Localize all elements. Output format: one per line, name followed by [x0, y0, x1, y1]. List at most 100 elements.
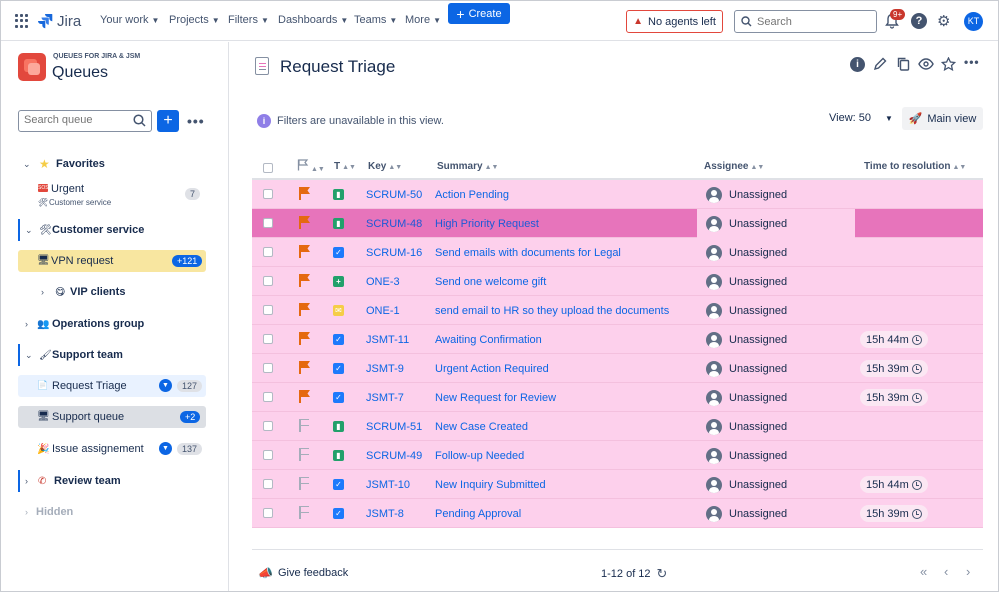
- issue-key[interactable]: SCRUM-16: [366, 238, 422, 267]
- issue-key[interactable]: JSMT-10: [366, 470, 410, 499]
- sidebar-hidden[interactable]: › Hidden: [1, 501, 229, 523]
- flag-icon[interactable]: [299, 477, 311, 490]
- table-row[interactable]: ▮SCRUM-49Follow-up NeededUnassigned: [252, 441, 983, 470]
- assignee-cell[interactable]: Unassigned: [706, 267, 787, 296]
- table-row[interactable]: ▮SCRUM-51New Case CreatedUnassigned: [252, 412, 983, 441]
- nav-projects[interactable]: Projects▼: [169, 14, 220, 26]
- sidebar-support-team[interactable]: ⌄ 🖌 Support team: [1, 344, 229, 366]
- summary-column-header[interactable]: Summary▲▼: [437, 161, 498, 172]
- flag-column-header[interactable]: ▲▼: [297, 159, 325, 174]
- issue-key[interactable]: SCRUM-49: [366, 441, 422, 470]
- issue-summary[interactable]: New Case Created: [435, 412, 528, 441]
- table-row[interactable]: ✓SCRUM-16Send emails with documents for …: [252, 238, 983, 267]
- table-row[interactable]: ✉ONE-1send email to HR so they upload th…: [252, 296, 983, 325]
- flag-icon[interactable]: [299, 390, 311, 403]
- row-checkbox[interactable]: [263, 305, 273, 315]
- table-row[interactable]: ✓JSMT-9Urgent Action RequiredUnassigned1…: [252, 354, 983, 383]
- issue-key[interactable]: JSMT-9: [366, 354, 404, 383]
- issue-key[interactable]: ONE-1: [366, 296, 400, 325]
- more-icon[interactable]: •••: [187, 113, 205, 129]
- view-size-select[interactable]: View: 50▼: [829, 112, 893, 124]
- issue-summary[interactable]: New Inquiry Submitted: [435, 470, 546, 499]
- sidebar-review-team[interactable]: › ✆ Review team: [1, 470, 229, 492]
- flag-icon[interactable]: [299, 274, 311, 287]
- sidebar-item-request-triage[interactable]: 📄 Request Triage ▼ 127: [18, 375, 206, 397]
- info-icon[interactable]: i: [850, 57, 865, 72]
- assignee-cell[interactable]: Unassigned: [706, 499, 787, 528]
- gear-icon[interactable]: ⚙: [937, 12, 950, 30]
- flag-icon[interactable]: [299, 506, 311, 519]
- app-switcher-icon[interactable]: [15, 14, 29, 28]
- flag-icon[interactable]: [299, 245, 311, 258]
- flag-icon[interactable]: [299, 332, 311, 345]
- flag-icon[interactable]: [299, 303, 311, 316]
- search-queue[interactable]: [18, 110, 152, 132]
- jira-logo[interactable]: Jira: [37, 11, 81, 31]
- issue-summary[interactable]: Send one welcome gift: [435, 267, 546, 296]
- table-row[interactable]: +ONE-3Send one welcome giftUnassigned: [252, 267, 983, 296]
- issue-summary[interactable]: Urgent Action Required: [435, 354, 549, 383]
- sidebar-item-issue-assignement[interactable]: 🎉 Issue assignement ▼ 137: [1, 438, 229, 460]
- next-page-icon[interactable]: ›: [966, 564, 970, 579]
- nav-dashboards[interactable]: Dashboards▼: [278, 14, 348, 26]
- assignee-cell[interactable]: Unassigned: [706, 441, 787, 470]
- issue-summary[interactable]: New Request for Review: [435, 383, 556, 412]
- key-column-header[interactable]: Key▲▼: [368, 161, 402, 172]
- help-icon[interactable]: ?: [911, 13, 927, 29]
- issue-summary[interactable]: Pending Approval: [435, 499, 521, 528]
- copy-icon[interactable]: [897, 57, 910, 71]
- user-avatar[interactable]: KT: [964, 12, 983, 31]
- type-column-header[interactable]: T▲▼: [334, 161, 356, 172]
- more-icon[interactable]: •••: [964, 55, 980, 69]
- sidebar-favorites[interactable]: ⌄ ★ Favorites: [1, 153, 229, 175]
- global-search[interactable]: [734, 10, 877, 33]
- table-row[interactable]: ✓JSMT-11Awaiting ConfirmationUnassigned1…: [252, 325, 983, 354]
- row-checkbox[interactable]: [263, 218, 273, 228]
- row-checkbox[interactable]: [263, 479, 273, 489]
- eye-icon[interactable]: [918, 58, 934, 70]
- sidebar-operations-group[interactable]: › 👥 Operations group: [1, 313, 229, 335]
- assignee-cell[interactable]: Unassigned: [706, 238, 787, 267]
- search-input[interactable]: [757, 16, 867, 28]
- sidebar-item-urgent[interactable]: SOS Urgent 🛠 Customer service 7: [1, 181, 229, 209]
- table-row[interactable]: ▮SCRUM-50Action PendingUnassigned: [252, 180, 983, 209]
- add-queue-button[interactable]: +: [157, 110, 179, 132]
- nav-filters[interactable]: Filters▼: [228, 14, 269, 26]
- row-checkbox[interactable]: [263, 450, 273, 460]
- star-outline-icon[interactable]: [941, 57, 956, 71]
- issue-key[interactable]: SCRUM-51: [366, 412, 422, 441]
- first-page-icon[interactable]: «: [920, 564, 927, 579]
- create-button[interactable]: +Create: [448, 3, 510, 24]
- row-checkbox[interactable]: [263, 392, 273, 402]
- row-checkbox[interactable]: [263, 247, 273, 257]
- sidebar-customer-service[interactable]: ⌄ 🛠 Customer service: [1, 219, 229, 241]
- row-checkbox[interactable]: [263, 334, 273, 344]
- table-row[interactable]: ✓JSMT-8Pending ApprovalUnassigned15h 39m: [252, 499, 983, 528]
- assignee-column-header[interactable]: Assignee▲▼: [704, 161, 764, 172]
- flag-icon[interactable]: [299, 187, 311, 200]
- flag-icon[interactable]: [299, 361, 311, 374]
- row-checkbox[interactable]: [263, 508, 273, 518]
- row-checkbox[interactable]: [263, 189, 273, 199]
- issue-summary[interactable]: Send emails with documents for Legal: [435, 238, 621, 267]
- assignee-cell[interactable]: Unassigned: [706, 354, 787, 383]
- main-view-button[interactable]: 🚀Main view: [902, 107, 983, 130]
- assignee-cell[interactable]: Unassigned: [706, 383, 787, 412]
- flag-icon[interactable]: [299, 448, 311, 461]
- assignee-cell[interactable]: Unassigned: [706, 470, 787, 499]
- sidebar-item-support-queue[interactable]: 🖥 Support queue +2: [18, 406, 206, 428]
- sidebar-vip-clients[interactable]: › 😋 VIP clients: [1, 281, 229, 303]
- assignee-cell[interactable]: Unassigned: [706, 296, 787, 325]
- nav-your-work[interactable]: Your work▼: [100, 14, 159, 26]
- issue-key[interactable]: SCRUM-50: [366, 180, 422, 209]
- row-checkbox[interactable]: [263, 363, 273, 373]
- refresh-icon[interactable]: ↻: [657, 566, 668, 582]
- issue-key[interactable]: JSMT-7: [366, 383, 404, 412]
- select-all-checkbox[interactable]: [263, 163, 273, 173]
- search-queue-input[interactable]: [24, 114, 124, 126]
- assignee-cell[interactable]: Unassigned: [706, 412, 787, 441]
- row-checkbox[interactable]: [263, 276, 273, 286]
- issue-summary[interactable]: Follow-up Needed: [435, 441, 524, 470]
- flag-icon[interactable]: [299, 216, 311, 229]
- issue-key[interactable]: JSMT-8: [366, 499, 404, 528]
